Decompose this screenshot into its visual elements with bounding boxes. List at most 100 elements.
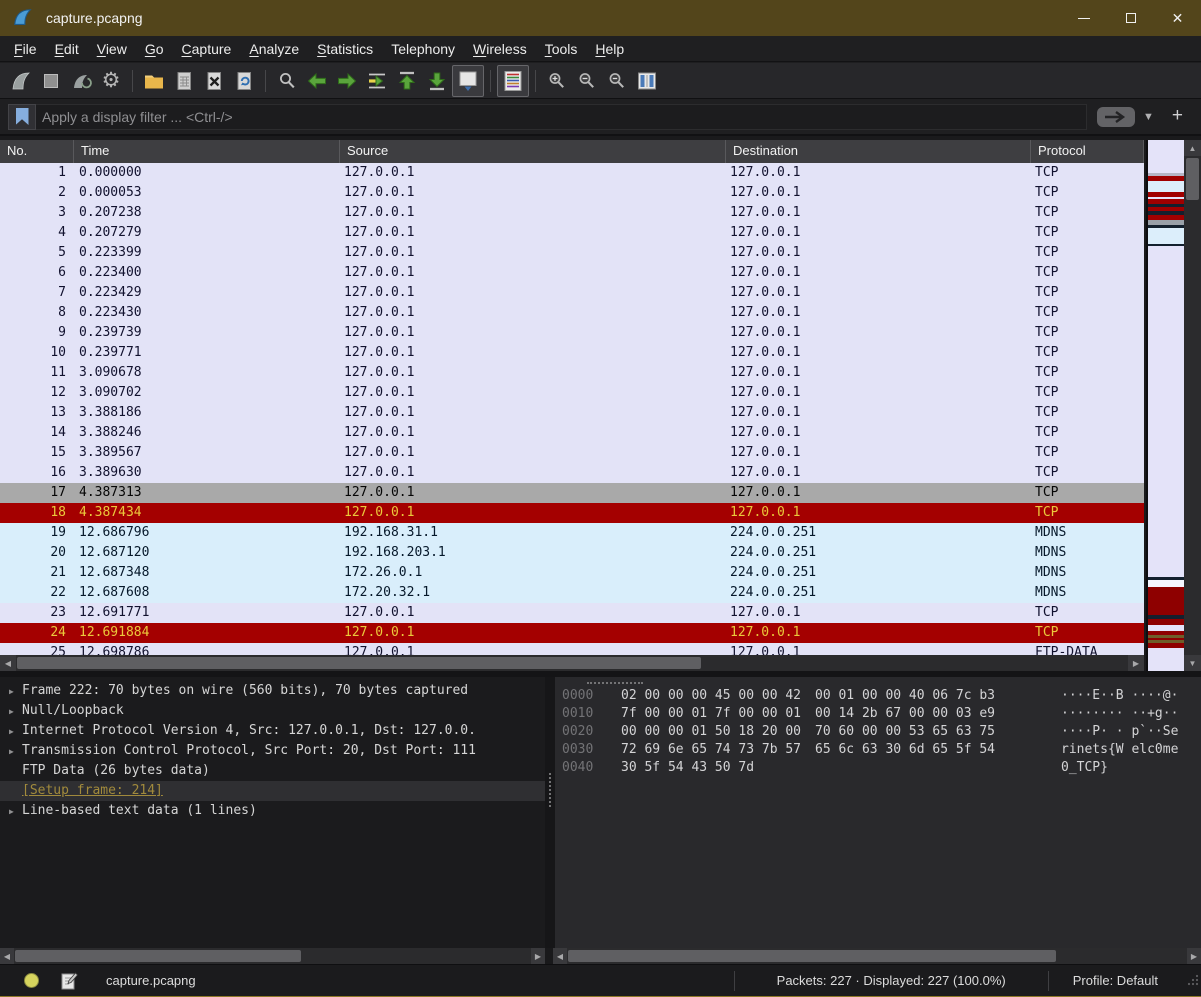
packet-row[interactable]: 15 3.389567 127.0.0.1 127.0.0.1 TCP [0,443,1144,463]
packet-row[interactable]: 8 0.223430 127.0.0.1 127.0.0.1 TCP [0,303,1144,323]
packet-detail-row[interactable]: ▶ Internet Protocol Version 4, Src: 127.… [0,721,545,741]
scroll-left-icon[interactable]: ◀ [0,948,14,964]
packet-row[interactable]: 20 12.687120 192.168.203.1 224.0.0.251 M… [0,543,1144,563]
vscroll-thumb[interactable] [1186,158,1199,200]
resize-columns-button[interactable] [632,66,662,96]
display-filter-input[interactable] [36,104,1087,130]
apply-filter-button[interactable] [1097,107,1135,127]
hex-row[interactable]: 0040 30 5f 54 43 50 7d 0_TCP} [555,759,1201,777]
menu-item[interactable]: View [88,41,136,57]
packet-row[interactable]: 23 12.691771 127.0.0.1 127.0.0.1 TCP [0,603,1144,623]
scroll-right-icon[interactable]: ▶ [1128,655,1144,671]
stop-capture-button[interactable] [36,66,66,96]
packet-row[interactable]: 21 12.687348 172.26.0.1 224.0.0.251 MDNS [0,563,1144,583]
packet-list-minimap[interactable] [1146,140,1184,671]
packet-row[interactable]: 6 0.223400 127.0.0.1 127.0.0.1 TCP [0,263,1144,283]
expand-arrow-icon[interactable]: ▶ [0,721,22,741]
go-back-button[interactable] [302,66,332,96]
open-file-button[interactable] [139,66,169,96]
hscroll-thumb[interactable] [15,950,301,962]
zoom-in-button[interactable] [542,66,572,96]
packet-row[interactable]: 13 3.388186 127.0.0.1 127.0.0.1 TCP [0,403,1144,423]
go-forward-button[interactable] [332,66,362,96]
expand-arrow-icon[interactable]: ▶ [0,681,22,701]
capture-comment-icon[interactable] [61,972,78,990]
packet-detail-row[interactable]: ▶ Null/Loopback [0,701,545,721]
packet-list-vscrollbar[interactable]: ▲ ▼ [1184,140,1201,671]
packet-detail-row[interactable]: [Setup frame: 214] [0,781,545,801]
colorize-toggle[interactable] [497,65,529,97]
scroll-right-icon[interactable]: ▶ [1187,948,1201,964]
column-header[interactable]: Destination [726,140,1031,163]
close-button[interactable]: ✕ [1154,0,1201,36]
expand-arrow-icon[interactable]: ▶ [0,741,22,761]
menu-item[interactable]: Wireless [464,41,536,57]
menu-item[interactable]: Analyze [240,41,308,57]
resize-grip-icon[interactable] [1186,973,1199,989]
hex-row[interactable]: 0030 72 69 6e 65 74 73 7b 57 65 6c 63 30… [555,741,1201,759]
packet-row[interactable]: 14 3.388246 127.0.0.1 127.0.0.1 TCP [0,423,1144,443]
packet-detail-row[interactable]: ▶ Line-based text data (1 lines) [0,801,545,821]
packet-list-hscrollbar[interactable]: ◀ ▶ [0,655,1144,671]
packet-row[interactable]: 17 4.387313 127.0.0.1 127.0.0.1 TCP [0,483,1144,503]
maximize-button[interactable] [1107,0,1154,36]
menu-item[interactable]: Tools [536,41,587,57]
packet-row[interactable]: 16 3.389630 127.0.0.1 127.0.0.1 TCP [0,463,1144,483]
packet-detail-row[interactable]: ▶ Frame 222: 70 bytes on wire (560 bits)… [0,681,545,701]
hex-row[interactable]: 0020 00 00 00 01 50 18 20 00 70 60 00 00… [555,723,1201,741]
column-header[interactable]: Time [74,140,340,163]
hscroll-thumb[interactable] [17,657,701,669]
packet-row[interactable]: 9 0.239739 127.0.0.1 127.0.0.1 TCP [0,323,1144,343]
hex-row[interactable]: 0000 02 00 00 00 45 00 00 42 00 01 00 00… [555,687,1201,705]
scroll-right-icon[interactable]: ▶ [531,948,545,964]
expand-arrow-icon[interactable]: ▶ [0,701,22,721]
zoom-original-button[interactable] [602,66,632,96]
menu-item[interactable]: Edit [46,41,88,57]
packet-detail-row[interactable]: ▶ Transmission Control Protocol, Src Por… [0,741,545,761]
packet-row[interactable]: 24 12.691884 127.0.0.1 127.0.0.1 TCP [0,623,1144,643]
packet-row[interactable]: 12 3.090702 127.0.0.1 127.0.0.1 TCP [0,383,1144,403]
packet-row[interactable]: 19 12.686796 192.168.31.1 224.0.0.251 MD… [0,523,1144,543]
restart-capture-button[interactable] [66,66,96,96]
expand-arrow-icon[interactable]: ▶ [0,801,22,821]
packet-row[interactable]: 18 4.387434 127.0.0.1 127.0.0.1 TCP [0,503,1144,523]
menu-item[interactable]: Help [586,41,633,57]
scroll-down-icon[interactable]: ▼ [1184,655,1201,671]
minimize-button[interactable] [1060,0,1107,36]
packet-row[interactable]: 1 0.000000 127.0.0.1 127.0.0.1 TCP [0,163,1144,183]
packet-row[interactable]: 4 0.207279 127.0.0.1 127.0.0.1 TCP [0,223,1144,243]
start-capture-button[interactable] [6,66,36,96]
save-file-button[interactable] [169,66,199,96]
expert-info-icon[interactable] [24,973,39,988]
packet-row[interactable]: 22 12.687608 172.20.32.1 224.0.0.251 MDN… [0,583,1144,603]
scroll-left-icon[interactable]: ◀ [0,655,16,671]
packet-row[interactable]: 11 3.090678 127.0.0.1 127.0.0.1 TCP [0,363,1144,383]
column-header[interactable]: No. [0,140,74,163]
capture-options-button[interactable]: ⚙ [96,66,126,96]
go-first-packet-button[interactable] [392,66,422,96]
add-filter-button[interactable]: + [1162,105,1193,129]
close-file-button[interactable] [199,66,229,96]
zoom-out-button[interactable] [572,66,602,96]
packet-row[interactable]: 3 0.207238 127.0.0.1 127.0.0.1 TCP [0,203,1144,223]
expand-arrow-icon[interactable] [0,761,22,781]
menu-item[interactable]: Go [136,41,173,57]
packet-row[interactable]: 7 0.223429 127.0.0.1 127.0.0.1 TCP [0,283,1144,303]
hex-hscrollbar[interactable]: ◀ ▶ [553,948,1201,964]
scroll-up-icon[interactable]: ▲ [1184,140,1201,156]
packet-row[interactable]: 2 0.000053 127.0.0.1 127.0.0.1 TCP [0,183,1144,203]
packet-row[interactable]: 5 0.223399 127.0.0.1 127.0.0.1 TCP [0,243,1144,263]
menu-item[interactable]: File [5,41,46,57]
reload-file-button[interactable] [229,66,259,96]
menu-item[interactable]: Capture [173,41,241,57]
details-hscrollbar[interactable]: ◀ ▶ [0,948,545,964]
packet-row[interactable]: 25 12.698786 127.0.0.1 127.0.0.1 FTP-DAT… [0,643,1144,655]
filter-bookmark-button[interactable] [8,104,36,130]
filter-dropdown-caret[interactable]: ▼ [1135,111,1162,123]
menu-item[interactable]: Statistics [308,41,382,57]
packet-detail-row[interactable]: FTP Data (26 bytes data) [0,761,545,781]
hscroll-thumb[interactable] [568,950,1056,962]
packet-row[interactable]: 10 0.239771 127.0.0.1 127.0.0.1 TCP [0,343,1144,363]
find-packet-button[interactable] [272,66,302,96]
scroll-left-icon[interactable]: ◀ [553,948,567,964]
